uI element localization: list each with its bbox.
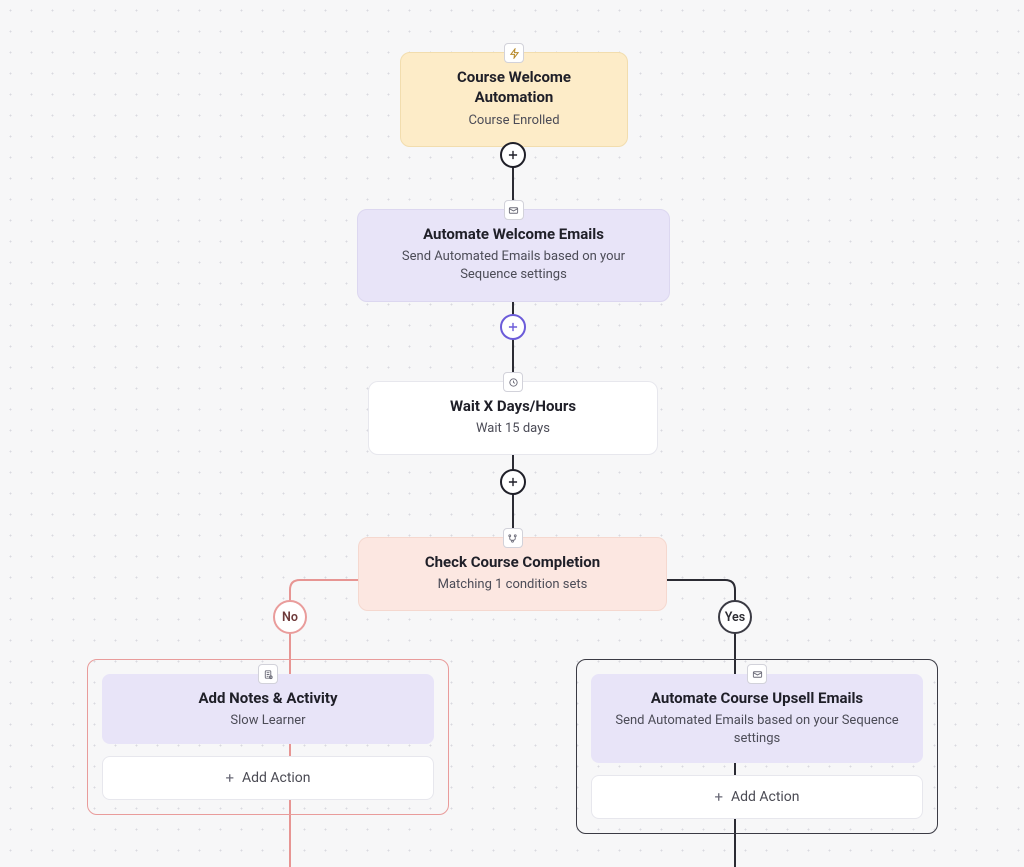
trigger-title: Course Welcome Automation <box>419 67 609 108</box>
branch-yes-container: Automate Course Upsell Emails Send Autom… <box>576 659 938 834</box>
branch-label-yes: Yes <box>718 600 752 634</box>
trigger-subtitle: Course Enrolled <box>419 112 609 130</box>
add-step-button-1[interactable] <box>500 142 526 168</box>
welcome-emails-node[interactable]: Automate Welcome Emails Send Automated E… <box>357 209 670 302</box>
notes-activity-node[interactable]: Add Notes & Activity Slow Learner <box>102 674 434 744</box>
notes-title: Add Notes & Activity <box>118 688 418 708</box>
condition-subtitle: Matching 1 condition sets <box>377 576 648 594</box>
condition-node[interactable]: Check Course Completion Matching 1 condi… <box>358 537 667 611</box>
add-step-button-2[interactable] <box>500 314 526 340</box>
mail-icon <box>747 664 767 684</box>
notes-subtitle: Slow Learner <box>118 712 418 730</box>
welcome-subtitle: Send Automated Emails based on your Sequ… <box>376 248 651 284</box>
welcome-title: Automate Welcome Emails <box>376 224 651 244</box>
upsell-subtitle: Send Automated Emails based on your Sequ… <box>607 712 907 748</box>
plus-icon: + <box>714 788 723 806</box>
plus-icon: + <box>225 769 234 787</box>
wait-node[interactable]: Wait X Days/Hours Wait 15 days <box>368 381 658 455</box>
branch-no-container: Add Notes & Activity Slow Learner + Add … <box>87 659 449 815</box>
mail-icon <box>504 200 524 220</box>
wait-subtitle: Wait 15 days <box>387 420 639 438</box>
lightning-icon <box>504 43 524 63</box>
upsell-title: Automate Course Upsell Emails <box>607 688 907 708</box>
add-step-button-3[interactable] <box>500 469 526 495</box>
add-action-label: Add Action <box>242 770 311 786</box>
condition-title: Check Course Completion <box>377 552 648 572</box>
trigger-node[interactable]: Course Welcome Automation Course Enrolle… <box>400 52 628 147</box>
wait-title: Wait X Days/Hours <box>387 396 639 416</box>
add-action-label: Add Action <box>731 789 800 805</box>
clock-icon <box>503 372 523 392</box>
add-action-button-yes[interactable]: + Add Action <box>591 775 923 819</box>
upsell-emails-node[interactable]: Automate Course Upsell Emails Send Autom… <box>591 674 923 763</box>
branch-icon <box>503 528 523 548</box>
add-action-button-no[interactable]: + Add Action <box>102 756 434 800</box>
note-icon <box>258 664 278 684</box>
branch-label-no: No <box>273 600 307 634</box>
